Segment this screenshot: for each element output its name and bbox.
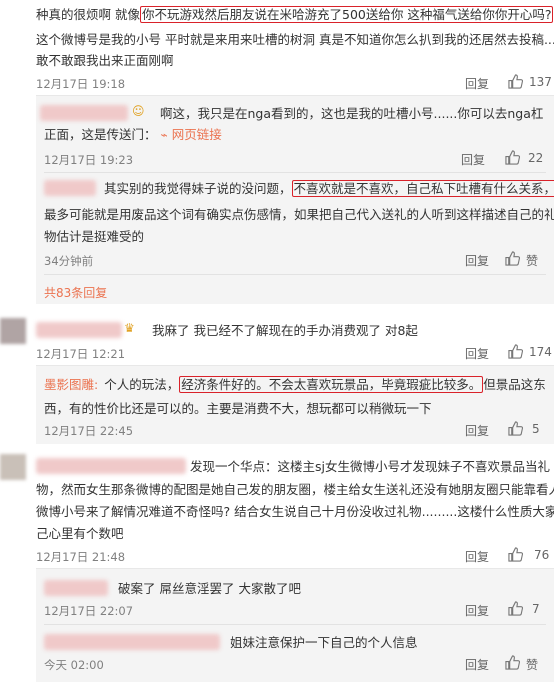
thumb-up-icon[interactable] <box>508 344 523 359</box>
comment-1-like-count: 137 <box>529 75 552 89</box>
thumb-up-icon[interactable] <box>508 421 523 436</box>
web-link[interactable]: 网页链接 <box>172 127 222 142</box>
comment-3-line2: 物，然而女生那条微博的配图是她自己发的朋友圈，楼主给女生送礼还没有她朋友圈只能靠… <box>36 482 554 497</box>
comment-1-highlight: 你不玩游戏然后朋友说在米哈游充了500送给你 这种福气送给你你开心吗? <box>139 6 554 23</box>
comment-1-line3: 敢不敢跟我出来正面刚啊 <box>36 53 174 68</box>
reply-3-like-count: 5 <box>532 422 540 436</box>
comment-3-time: 12月17日 21:48 <box>36 550 126 564</box>
crown-emoji-icon: ♛ <box>124 321 135 335</box>
username-blurred <box>44 180 96 196</box>
reply-4-reply-button[interactable]: 回复 <box>465 602 489 619</box>
view-all-replies-link[interactable]: 共83条回复 <box>44 284 107 301</box>
comment-2-time: 12月17日 12:21 <box>36 347 126 361</box>
comment-2-like-count: 174 <box>529 345 552 359</box>
reply-3-line2: 西，有的性价比还是可以的。主要是消费不大，想玩都可以稍微玩一下 <box>44 401 432 416</box>
thumb-up-icon[interactable] <box>505 251 520 266</box>
username-blurred <box>36 458 186 474</box>
reply-1-time: 12月17日 19:23 <box>44 153 134 167</box>
avatar[interactable] <box>0 454 26 480</box>
thumb-up-icon[interactable] <box>508 547 523 562</box>
reply-2-line2: 最多可能就是用废品这个词有确实点伤感情，如果把自己代入送礼的人听到这样描述自己的… <box>44 207 554 222</box>
comment-1-text-start: 种真的很烦啊 就像 <box>36 7 140 22</box>
reply-3-username[interactable]: 墨影图雕: <box>44 377 98 392</box>
reply-1-text-2: 正面，这是传送门： ⌁ 网页链接 <box>44 124 222 146</box>
reply-2-text: 其实别的我觉得妹子说的没问题， 不喜欢就是不喜欢，自己私下吐槽有什么关系， <box>104 178 554 199</box>
reply-2-time: 34分钟前 <box>44 254 94 268</box>
reply-1-reply-button[interactable]: 回复 <box>461 151 485 168</box>
reply-4-like-count: 7 <box>532 602 540 616</box>
reply-5-like-label: 赞 <box>526 658 539 672</box>
divider <box>44 624 546 625</box>
reply-2-highlight: 不喜欢就是不喜欢，自己私下吐槽有什么关系， <box>291 180 554 197</box>
crown-emoji-icon: ☺ <box>132 104 145 118</box>
comment-3-like-count: 76 <box>534 548 550 562</box>
thumb-up-icon[interactable] <box>508 74 523 89</box>
reply-1-like-count: 22 <box>528 151 544 165</box>
comment-2-reply-button[interactable]: 回复 <box>465 345 489 362</box>
comment-1-reply-button[interactable]: 回复 <box>465 75 489 92</box>
avatar[interactable] <box>0 318 26 344</box>
reply-2-line3: 物估计是挺难受的 <box>44 229 145 244</box>
link-icon[interactable]: ⌁ <box>161 128 168 142</box>
comment-1-time: 12月17日 19:18 <box>36 77 126 91</box>
reply-3-text: 墨影图雕: 个人的玩法， 经济条件好的。不会太喜欢玩景品，毕竟瑕疵比较多。 但景品这东 <box>44 374 546 395</box>
reply-5-reply-button[interactable]: 回复 <box>465 656 489 673</box>
username-blurred <box>36 322 122 338</box>
comment-2-text: 我麻了 我已经不了解现在的手办消费观了 对8起 <box>152 323 418 338</box>
comment-1-text: 种真的很烦啊 就像 你不玩游戏然后朋友说在米哈游充了500送给你 这种福气送给你你… <box>36 4 554 25</box>
reply-3-text-end: 但景品这东 <box>483 377 546 392</box>
reply-1-text: 啊这，我只是在nga看到的，这也是我的吐槽小号......你可以去nga杠 <box>160 106 544 121</box>
reply-4-text: 破案了 屌丝意淫罢了 大家散了吧 <box>118 581 301 596</box>
reply-3-highlight: 经济条件好的。不会太喜欢玩景品，毕竟瑕疵比较多。 <box>179 376 484 393</box>
thumb-up-icon[interactable] <box>508 601 523 616</box>
reply-4-time: 12月17日 22:07 <box>44 604 134 618</box>
reply-5-text: 姐妹注意保护一下自己的个人信息 <box>230 635 418 650</box>
thumb-up-icon[interactable] <box>505 150 520 165</box>
reply-2-reply-button[interactable]: 回复 <box>465 252 489 269</box>
reply-1-text-2-content: 正面，这是传送门： <box>44 127 157 142</box>
reply-3-reply-button[interactable]: 回复 <box>465 422 489 439</box>
avatar-username-blurred <box>40 105 128 121</box>
username-blurred <box>44 580 108 596</box>
comment-1-line2: 这个微博号是我的小号 平时就是来用来吐槽的树洞 真是不知道你怎么扒到我的还居然去… <box>36 32 554 47</box>
reply-3-text-start: 个人的玩法， <box>104 377 180 392</box>
divider <box>44 274 546 275</box>
comment-3-line4: 己心里有个数吧 <box>36 526 124 541</box>
reply-5-time: 今天 02:00 <box>44 658 104 672</box>
reply-3-time: 12月17日 22:45 <box>44 424 134 438</box>
reply-2-text-start: 其实别的我觉得妹子说的没问题， <box>104 181 292 196</box>
divider <box>44 172 546 173</box>
username-blurred <box>44 634 220 650</box>
comment-3-line1: 发现一个华点：这楼主sj女生微博小号才发现妹子不喜欢景品当礼 <box>190 459 550 474</box>
comment-3-line3: 微博小号来了解情况难道不奇怪吗? 结合女生说自己十月份没收过礼物........… <box>36 504 554 519</box>
comment-3-reply-button[interactable]: 回复 <box>465 548 489 565</box>
thumb-up-icon[interactable] <box>505 655 520 670</box>
reply-2-like-label: 赞 <box>526 254 539 268</box>
